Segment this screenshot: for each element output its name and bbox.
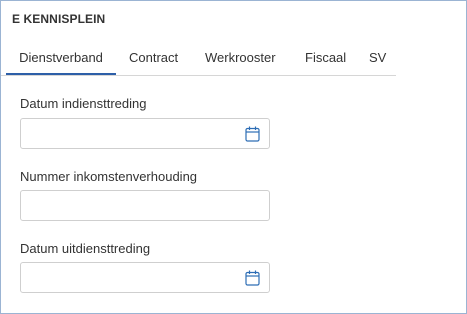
calendar-icon[interactable]: [245, 270, 260, 286]
panel-title: E KENNISPLEIN: [12, 12, 106, 26]
tab-sv[interactable]: SV: [369, 39, 386, 75]
calendar-icon[interactable]: [245, 126, 260, 142]
tab-contract[interactable]: Contract: [129, 39, 178, 75]
tab-werkrooster[interactable]: Werkrooster: [205, 39, 276, 75]
panel: E KENNISPLEIN Dienstverband Contract Wer…: [0, 0, 467, 314]
end-date-field[interactable]: [20, 262, 270, 293]
income-number-label: Nummer inkomstenverhouding: [20, 169, 198, 184]
start-date-label: Datum indiensttreding: [20, 96, 147, 111]
tab-bar: Dienstverband Contract Werkrooster Fisca…: [1, 39, 396, 76]
end-date-label: Datum uitdiensttreding: [20, 241, 151, 256]
tab-dienstverband[interactable]: Dienstverband: [6, 39, 116, 75]
start-date-field[interactable]: [20, 118, 270, 149]
tab-fiscaal[interactable]: Fiscaal: [305, 39, 346, 75]
income-number-field[interactable]: [20, 190, 270, 221]
